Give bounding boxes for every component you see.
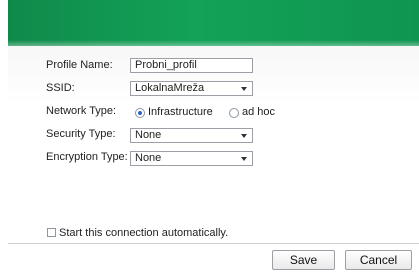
footer-divider xyxy=(8,243,419,244)
security-type-select[interactable]: None xyxy=(130,128,253,143)
adhoc-radio[interactable] xyxy=(229,108,239,118)
ssid-label: SSID: xyxy=(46,82,75,94)
encryption-type-value: None xyxy=(135,152,162,164)
ssid-select[interactable]: LokalnaMreža xyxy=(130,81,253,96)
auto-start-checkbox[interactable] xyxy=(47,228,56,237)
infrastructure-label: Infrastructure xyxy=(148,106,213,118)
adhoc-label: ad hoc xyxy=(242,106,276,118)
encryption-type-select[interactable]: None xyxy=(130,151,253,166)
network-type-label: Network Type: xyxy=(46,105,117,117)
security-type-value: None xyxy=(135,129,162,141)
ssid-value: LokalnaMreža xyxy=(135,82,205,94)
header-band xyxy=(8,0,419,46)
profile-name-input[interactable]: Probni_profil xyxy=(130,58,253,73)
profile-name-label: Profile Name: xyxy=(46,59,113,71)
security-type-label: Security Type: xyxy=(46,128,116,140)
cancel-button[interactable]: Cancel xyxy=(345,250,412,270)
auto-start-label: Start this connection automatically. xyxy=(59,227,229,239)
chevron-down-icon xyxy=(241,134,247,138)
infrastructure-radio[interactable] xyxy=(135,108,145,118)
chevron-down-icon xyxy=(241,87,247,91)
save-button[interactable]: Save xyxy=(272,250,335,270)
chevron-down-icon xyxy=(241,157,247,161)
encryption-type-label: Encryption Type: xyxy=(46,151,128,163)
